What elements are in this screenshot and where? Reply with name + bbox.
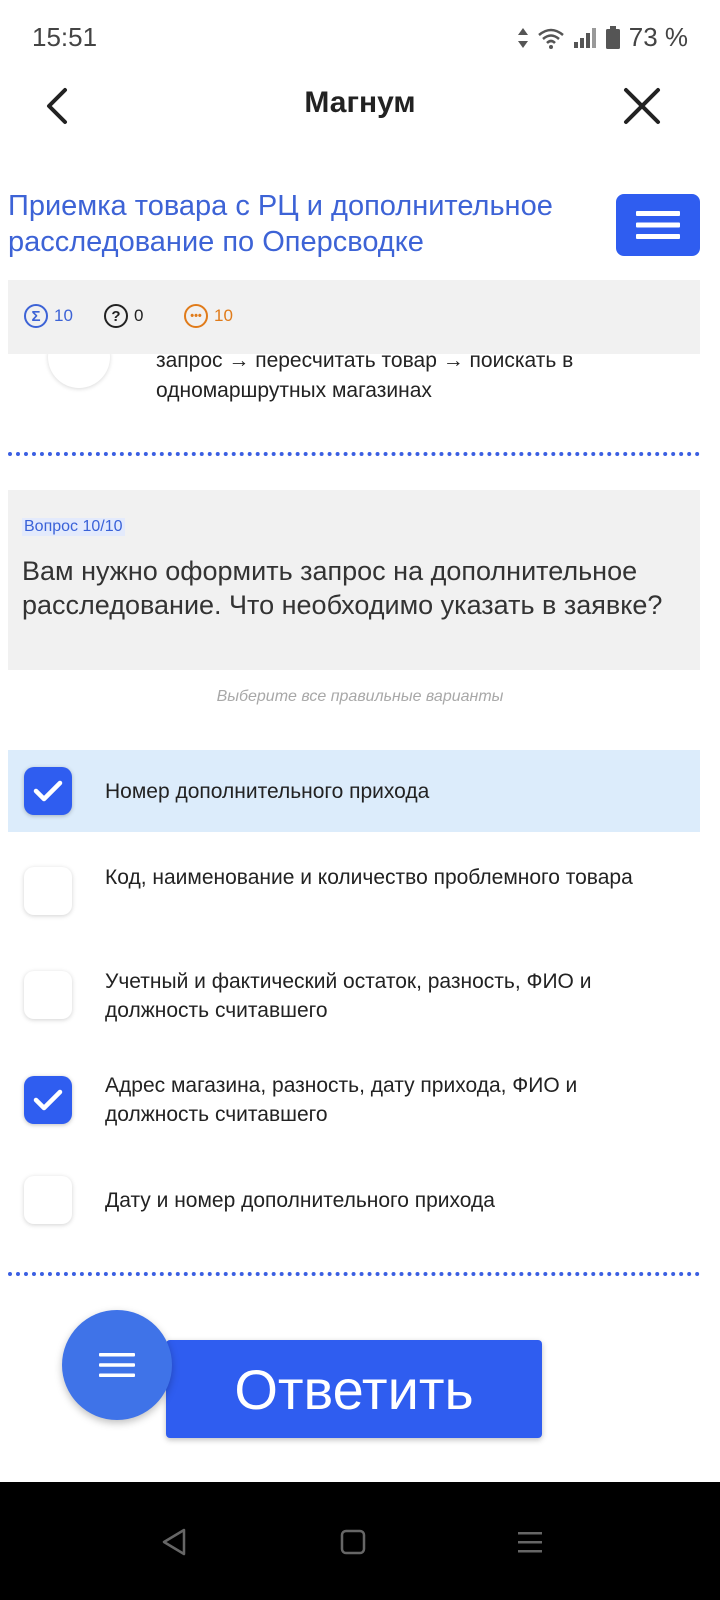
option-item[interactable]: Учетный и фактический остаток, разность,… — [8, 960, 700, 1040]
more-icon: ••• — [184, 304, 208, 328]
stat-pending: ••• 10 — [184, 304, 233, 328]
nav-back-button[interactable] — [154, 1522, 194, 1562]
signal-icon — [573, 27, 597, 49]
option-checkbox[interactable] — [24, 867, 72, 915]
status-time: 15:51 — [32, 22, 98, 52]
option-item[interactable]: Дату и номер дополнительного прихода — [8, 1172, 700, 1232]
menu-button[interactable] — [616, 194, 700, 256]
option-checkbox[interactable] — [24, 1176, 72, 1224]
system-nav-bar — [0, 1482, 720, 1600]
option-checkbox[interactable] — [24, 1076, 72, 1124]
stat-total: Σ 10 — [24, 304, 73, 328]
question-text: Вам нужно оформить запрос на дополнитель… — [22, 556, 663, 620]
option-item[interactable]: Номер дополнительного прихода — [8, 750, 700, 832]
triangle-back-icon — [162, 1528, 186, 1556]
previous-answer-text: запрос → пересчитать товар → поискать в … — [156, 349, 574, 402]
stat-total-value: 10 — [54, 306, 73, 325]
divider — [8, 1272, 700, 1276]
hamburger-icon — [636, 211, 680, 239]
sigma-icon: Σ — [24, 304, 48, 328]
option-label: Код, наименование и количество проблемно… — [105, 866, 633, 889]
status-icons: 73 % — [517, 22, 688, 53]
option-label: Номер дополнительного прихода — [105, 780, 430, 803]
wifi-icon — [537, 27, 565, 49]
checkmark-icon — [33, 780, 63, 802]
option-label: Дату и номер дополнительного прихода — [105, 1189, 495, 1212]
option-item[interactable]: Код, наименование и количество проблемно… — [8, 856, 700, 936]
divider — [8, 452, 700, 456]
nav-home-button[interactable] — [333, 1522, 373, 1562]
nav-recents-button[interactable] — [510, 1522, 550, 1562]
stat-unanswered-value: 0 — [134, 306, 144, 325]
recents-icon — [518, 1532, 542, 1553]
battery-percent: 73 % — [628, 22, 688, 52]
close-icon — [624, 88, 660, 124]
course-title: Приемка товара с РЦ и дополнительное рас… — [8, 190, 553, 258]
battery-icon — [605, 25, 621, 50]
fab-menu-button[interactable] — [62, 1310, 172, 1420]
instruction-text: Выберите все правильные варианты — [216, 688, 504, 705]
page-title: Магнум — [304, 86, 416, 119]
option-label: Адрес магазина, разность, дату прихода, … — [105, 1074, 578, 1126]
question-counter: Вопрос 10/10 — [22, 518, 125, 536]
hamburger-icon — [99, 1353, 135, 1377]
option-checkbox[interactable] — [24, 767, 72, 815]
question-card: Вопрос 10/10 Вам нужно оформить запрос н… — [8, 490, 700, 670]
option-label: Учетный и фактический остаток, разность,… — [105, 970, 592, 1022]
stat-unanswered: ? 0 — [104, 304, 143, 328]
checkmark-icon — [33, 1089, 63, 1111]
close-button[interactable] — [620, 84, 664, 128]
option-item[interactable]: Адрес магазина, разность, дату прихода, … — [8, 1064, 700, 1144]
stat-pending-value: 10 — [214, 306, 233, 325]
stats-panel: Σ 10 ? 0 ••• 10 — [8, 280, 700, 354]
data-transfer-icon — [517, 27, 529, 49]
option-checkbox[interactable] — [24, 971, 72, 1019]
question-icon: ? — [104, 304, 128, 328]
submit-button[interactable]: Ответить — [166, 1340, 542, 1438]
square-home-icon — [340, 1529, 366, 1555]
